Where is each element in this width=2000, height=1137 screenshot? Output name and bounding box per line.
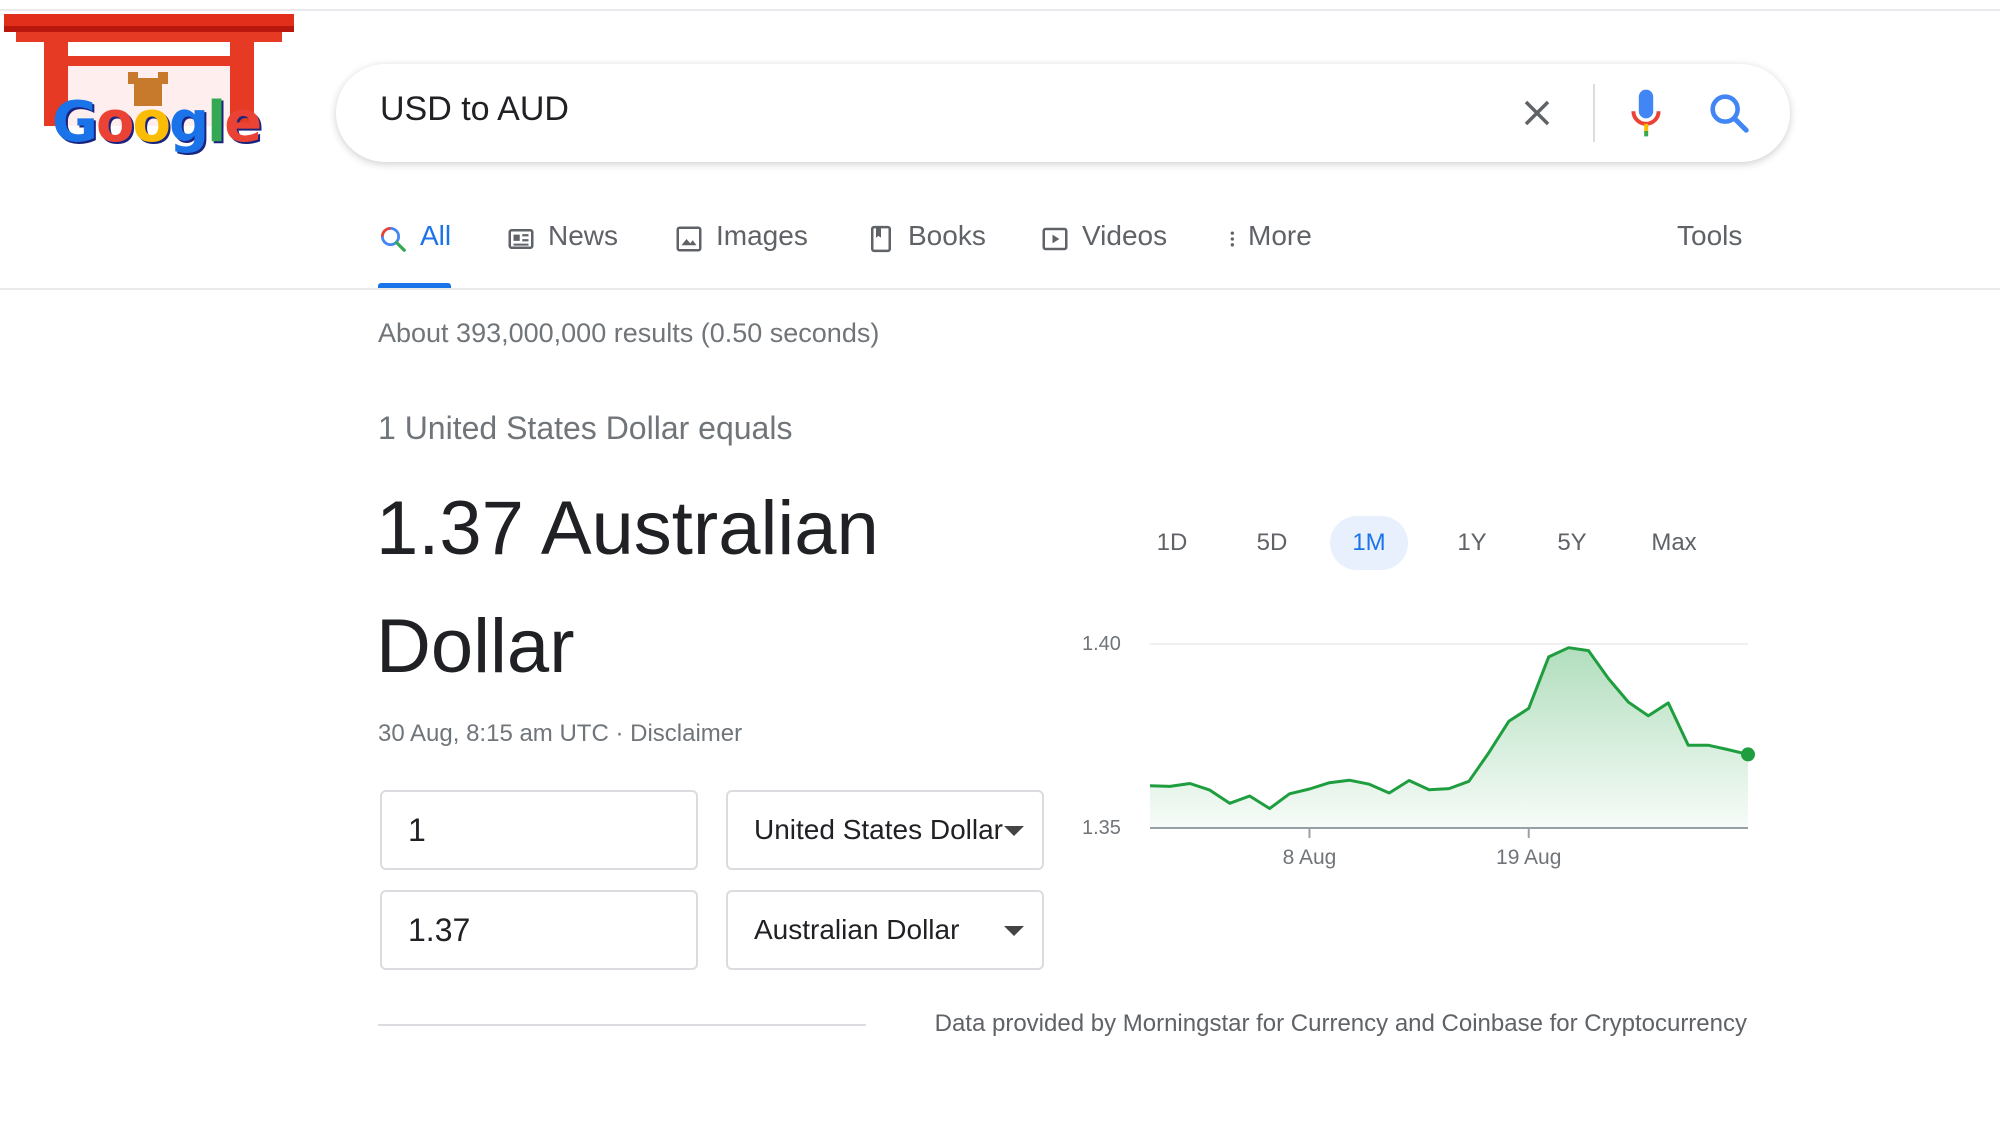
timestamp-text: 30 Aug, 8:15 am UTC · [378, 720, 631, 747]
chart-range-selector: 1D 5D 1M 1Y 5Y Max [1120, 516, 1720, 570]
range-max-button[interactable]: Max [1634, 516, 1714, 570]
tools-label: Tools [1677, 220, 1743, 251]
range-5y-button[interactable]: 5Y [1536, 516, 1608, 570]
tab-more-label: More [1248, 220, 1312, 251]
logo-letter: e [224, 90, 262, 155]
result-stats: About 393,000,000 results (0.50 seconds) [378, 318, 880, 348]
range-5d-button[interactable]: 5D [1236, 516, 1308, 570]
tabs-divider [0, 288, 2000, 290]
more-dots-icon [1230, 231, 1234, 247]
tab-videos-label: Videos [1082, 220, 1168, 251]
y-tick-label: 1.35 [1082, 817, 1121, 839]
tab-all[interactable]: All [378, 220, 452, 288]
data-attribution: Data provided by Morningstar for Currenc… [934, 1010, 1747, 1037]
disclaimer-link[interactable]: Disclaimer [630, 720, 742, 747]
tab-books-label: Books [908, 220, 986, 251]
search-tabs: All News Images Books Videos More Tools [378, 220, 1778, 288]
tab-images-label: Images [716, 220, 808, 251]
equals-label: 1 United States Dollar equals [378, 410, 793, 446]
logo-letter: o [95, 90, 135, 155]
converted-value-line2: Dollar [376, 604, 575, 689]
to-amount-input[interactable]: 1.37 [380, 890, 698, 970]
search-box-divider [1593, 84, 1595, 142]
top-divider [0, 9, 2000, 11]
range-1y-button[interactable]: 1Y [1436, 516, 1508, 570]
x-tick-label: 8 Aug [1283, 846, 1337, 869]
range-1m-button[interactable]: 1M [1330, 516, 1408, 570]
tab-videos[interactable]: Videos [1040, 220, 1167, 288]
clear-icon[interactable] [1516, 92, 1558, 134]
tools-button[interactable]: Tools [1677, 220, 1742, 288]
range-1d-button[interactable]: 1D [1136, 516, 1208, 570]
video-icon [1042, 227, 1068, 251]
tab-images[interactable]: Images [674, 220, 808, 288]
logo-letter: g [168, 90, 209, 155]
from-currency-label: United States Dollar [754, 814, 1004, 845]
book-icon [871, 225, 891, 253]
to-currency-select[interactable]: Australian Dollar [726, 890, 1044, 970]
tab-all-label: All [420, 220, 452, 251]
converted-value: 1.37 Australian Dollar [376, 470, 1056, 706]
tab-more[interactable]: More [1224, 220, 1312, 288]
footer-divider [378, 1024, 866, 1026]
tab-books[interactable]: Books [866, 220, 986, 288]
logo-letter: G [52, 90, 98, 155]
last-point-marker [1741, 747, 1755, 762]
search-box[interactable]: USD to AUD [336, 64, 1790, 162]
exchange-rate-chart[interactable]: 1.40 1.35 8 Aug 19 Aug [1070, 620, 1770, 880]
chevron-down-icon [1004, 826, 1024, 836]
timestamp: 30 Aug, 8:15 am UTC · Disclaimer [378, 720, 742, 748]
logo-wordmark: Google [52, 90, 262, 155]
news-icon [508, 229, 534, 249]
to-currency-label: Australian Dollar [754, 914, 960, 945]
y-tick-label: 1.40 [1082, 633, 1121, 655]
chevron-down-icon [1004, 926, 1024, 936]
from-amount-input[interactable]: 1 [380, 790, 698, 870]
tab-news-label: News [548, 220, 619, 251]
tab-news[interactable]: News [506, 220, 618, 288]
from-currency-select[interactable]: United States Dollar [726, 790, 1044, 870]
search-icon [381, 227, 406, 252]
x-tick-label: 19 Aug [1496, 846, 1561, 869]
google-doodle-logo[interactable]: Google [4, 12, 294, 162]
search-icon[interactable] [1706, 90, 1752, 136]
logo-letter: l [207, 90, 226, 155]
search-input[interactable]: USD to AUD [380, 90, 569, 129]
converted-value-line1: 1.37 Australian [376, 486, 879, 571]
microphone-icon[interactable] [1624, 86, 1668, 140]
image-icon [676, 226, 702, 252]
logo-letter: o [132, 90, 171, 155]
